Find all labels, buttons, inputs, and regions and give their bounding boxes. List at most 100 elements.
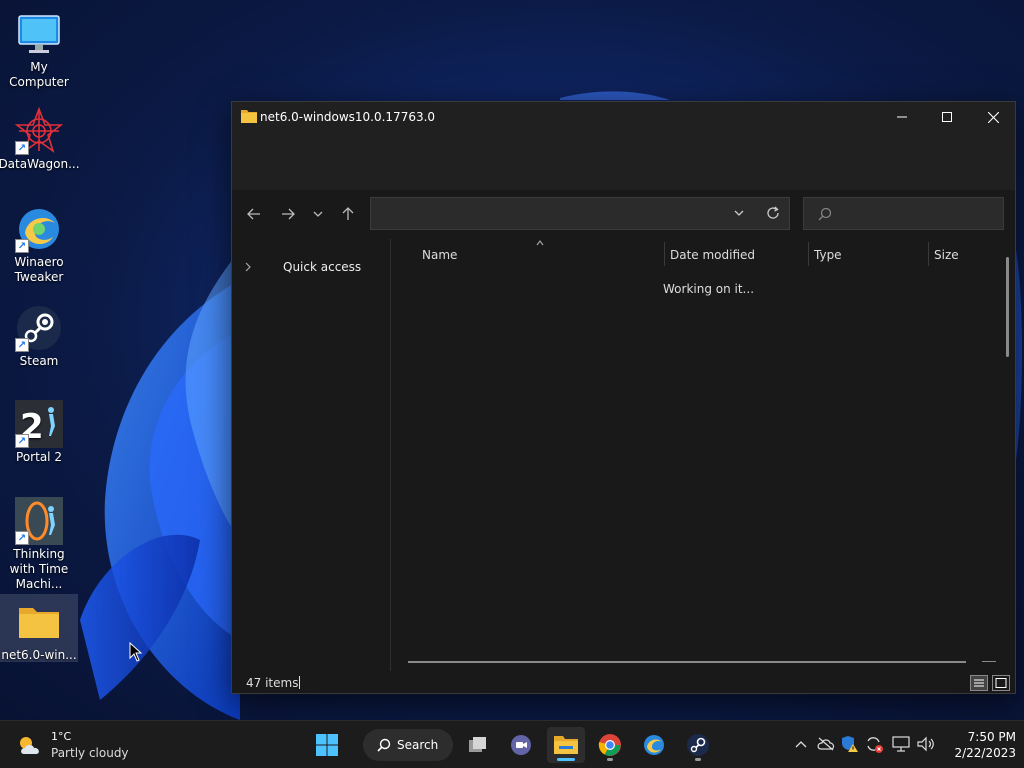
winaero-taskbar-button[interactable] <box>635 727 673 763</box>
datawagon-icon: ↗ <box>14 106 64 155</box>
desktop-icon-label: Winaero Tweaker <box>14 255 64 284</box>
volume-tray-button[interactable] <box>915 733 937 755</box>
desktop-icon-steam[interactable]: ↗ Steam <box>0 300 78 369</box>
column-header-label: Name <box>422 248 458 262</box>
mouse-cursor-icon <box>129 642 143 662</box>
up-button[interactable] <box>336 204 360 224</box>
vertical-scrollbar-thumb[interactable] <box>1006 257 1009 357</box>
steam-icon <box>687 734 709 756</box>
chevron-down-icon[interactable] <box>734 209 744 217</box>
desktop-icon-label: DataWagon... <box>0 157 80 171</box>
window-title: net6.0-windows10.0.17763.0 <box>260 110 436 124</box>
shield-warning-icon <box>842 736 858 752</box>
desktop-icon-datawagon[interactable]: ↗ DataWagon... <box>0 103 80 172</box>
weather-temperature: 1°C <box>51 730 72 743</box>
arrow-right-icon <box>282 208 295 220</box>
desktop-icon-my-computer[interactable]: My Computer <box>0 6 78 90</box>
desktop-icon-label: net6.0-win... <box>1 648 77 662</box>
nav-item-quick-access[interactable]: Quick access <box>232 255 390 279</box>
desktop-icon-label: My Computer <box>9 60 69 89</box>
chrome-taskbar-button[interactable] <box>591 727 629 763</box>
task-view-icon <box>469 737 486 752</box>
horizontal-scrollbar-thumb[interactable] <box>408 661 966 663</box>
chevron-down-icon <box>313 211 323 217</box>
portal-2-icon: 2 ↗ <box>15 400 63 448</box>
taskbar: 1°C Partly cloudy Search 7:50 PM 2/22/20… <box>0 720 1024 768</box>
taskbar-search-button[interactable]: Search <box>363 729 453 761</box>
clock-date: 2/22/2023 <box>954 746 1016 760</box>
thinking-with-time-machine-icon: ↗ <box>15 497 63 545</box>
chevron-up-icon <box>795 741 807 748</box>
winaero-tweaker-icon <box>644 735 664 755</box>
forward-button[interactable] <box>276 204 300 224</box>
weather-condition: Partly cloudy <box>51 746 129 760</box>
monitor-icon <box>15 10 63 58</box>
column-header-date-modified[interactable]: Date modified <box>664 243 808 267</box>
file-explorer-icon <box>554 736 578 754</box>
column-header-label: Date modified <box>670 248 756 262</box>
maximize-icon <box>942 112 952 122</box>
shortcut-arrow-icon: ↗ <box>15 141 29 155</box>
chat-icon <box>511 735 531 755</box>
winaero-tweaker-icon: ↗ <box>15 205 63 253</box>
clock-time: 7:50 PM <box>967 730 1016 744</box>
column-header-name[interactable]: Name <box>416 243 664 267</box>
network-icon <box>892 736 910 752</box>
speaker-icon <box>917 736 934 752</box>
network-tray-button[interactable] <box>890 733 912 755</box>
partly-cloudy-icon <box>20 737 39 754</box>
desktop-icon-winaero-tweaker[interactable]: ↗ Winaero Tweaker <box>0 201 78 285</box>
running-app-indicator <box>695 758 701 761</box>
teams-chat-button[interactable] <box>502 727 540 763</box>
column-header-size[interactable]: Size <box>928 243 1004 267</box>
back-button[interactable] <box>242 204 266 224</box>
sync-tray-button[interactable] <box>863 733 885 755</box>
column-header-label: Type <box>814 248 842 262</box>
onedrive-tray-button[interactable] <box>815 733 837 755</box>
file-explorer-taskbar-button[interactable] <box>547 727 585 763</box>
command-bar <box>232 132 1015 190</box>
search-input[interactable] <box>836 204 996 224</box>
minimize-button[interactable] <box>879 102 925 132</box>
close-button[interactable] <box>970 102 1016 132</box>
chevron-right-icon[interactable] <box>244 262 252 272</box>
chrome-icon <box>598 734 621 756</box>
folder-icon <box>241 110 257 123</box>
navigation-pane: Quick access <box>232 239 391 671</box>
task-view-button[interactable] <box>459 727 497 763</box>
desktop-icon-portal-2[interactable]: 2 ↗ Portal 2 <box>0 396 78 465</box>
desktop-icon-net6-folder[interactable]: net6.0-win... <box>0 594 78 662</box>
scrollbar-arrow[interactable] <box>982 661 996 662</box>
recent-locations-button[interactable] <box>306 204 330 224</box>
details-view-button[interactable] <box>970 675 988 691</box>
loading-message: Working on it... <box>663 282 755 296</box>
steam-taskbar-button[interactable] <box>679 727 717 763</box>
large-icons-view-button[interactable] <box>992 675 1010 691</box>
sync-error-icon <box>867 737 883 753</box>
desktop-icon-thinking-with-time-machine[interactable]: ↗ Thinking with Time Machi... <box>0 493 78 592</box>
shortcut-arrow-icon: ↗ <box>15 338 29 352</box>
address-bar[interactable] <box>370 197 790 230</box>
refresh-icon[interactable] <box>766 206 780 220</box>
item-count: 47 items <box>246 676 299 690</box>
running-app-indicator <box>607 758 613 761</box>
desktop-icon-label: Portal 2 <box>16 450 62 464</box>
start-button[interactable] <box>308 727 346 763</box>
folder-icon <box>15 598 63 646</box>
column-header-type[interactable]: Type <box>808 243 928 267</box>
cloud-offline-icon <box>817 737 835 751</box>
taskbar-clock[interactable]: 7:50 PM 2/22/2023 <box>940 729 1016 761</box>
status-bar: 47 items <box>232 671 1015 695</box>
show-hidden-icons-button[interactable] <box>790 733 812 755</box>
steam-icon: ↗ <box>15 304 63 352</box>
maximize-button[interactable] <box>924 102 970 132</box>
weather-widget[interactable]: 1°C Partly cloudy <box>16 730 136 762</box>
minimize-icon <box>897 116 907 118</box>
search-box[interactable] <box>803 197 1004 230</box>
taskbar-search-label: Search <box>397 738 439 752</box>
window-titlebar[interactable]: net6.0-windows10.0.17763.0 <box>232 102 1015 132</box>
shortcut-arrow-icon: ↗ <box>15 239 29 253</box>
security-tray-button[interactable] <box>839 733 861 755</box>
shortcut-arrow-icon: ↗ <box>15 531 29 545</box>
large-icons-view-icon <box>995 678 1007 688</box>
